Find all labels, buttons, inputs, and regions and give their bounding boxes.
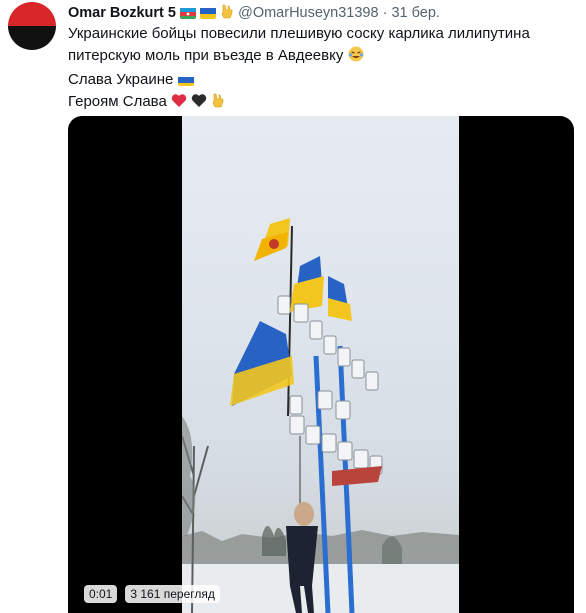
avatar-image: [8, 2, 56, 50]
tweet-line-2-text: питерскую моль при въезде в Авдеевку: [68, 47, 344, 64]
ukraine-flag-icon: [177, 74, 194, 86]
rock-on-hand-icon: [211, 92, 225, 115]
video-frame[interactable]: [181, 116, 459, 613]
video-overlay: 0:01 3 161 перегляд: [84, 585, 220, 603]
tweet-text: Украинские бойцы повесили плешивую соску…: [68, 23, 568, 115]
tweet-line-1: Украинские бойцы повесили плешивую соску…: [68, 23, 568, 45]
author-handle[interactable]: @OmarHuseyn31398: [238, 5, 378, 21]
tears-of-joy-emoji-icon: [348, 46, 364, 69]
tweet-header: Omar Bozkurt 5 @OmarHuseyn31398 · 31 бер…: [68, 3, 580, 21]
separator: ·: [382, 5, 388, 21]
azerbaijan-flag-icon: [180, 7, 197, 19]
video-views: 3 161 перегляд: [125, 585, 220, 603]
tweet-line-4-text: Героям Слава: [68, 93, 167, 110]
rock-on-hand-icon: [220, 3, 234, 24]
black-heart-icon: [191, 93, 207, 115]
ukraine-flag-icon: [200, 7, 217, 19]
tweet-line-4: Героям Слава: [68, 91, 568, 115]
video-thumbnail: [181, 218, 459, 613]
tweet-line-1-text: Украинские бойцы повесили плешивую соску…: [68, 25, 530, 42]
avatar[interactable]: [8, 2, 56, 50]
video-time: 0:01: [84, 585, 118, 603]
tweet-line-3: Слава Украине: [68, 69, 568, 91]
tweet-line-3-text: Слава Украине: [68, 71, 174, 88]
tweet-line-2: питерскую моль при въезде в Авдеевку: [68, 45, 568, 69]
author-name[interactable]: Omar Bozkurt 5: [68, 5, 176, 21]
video-player[interactable]: [68, 116, 574, 613]
red-heart-icon: [171, 93, 187, 115]
tweet-date[interactable]: 31 бер.: [391, 5, 439, 21]
